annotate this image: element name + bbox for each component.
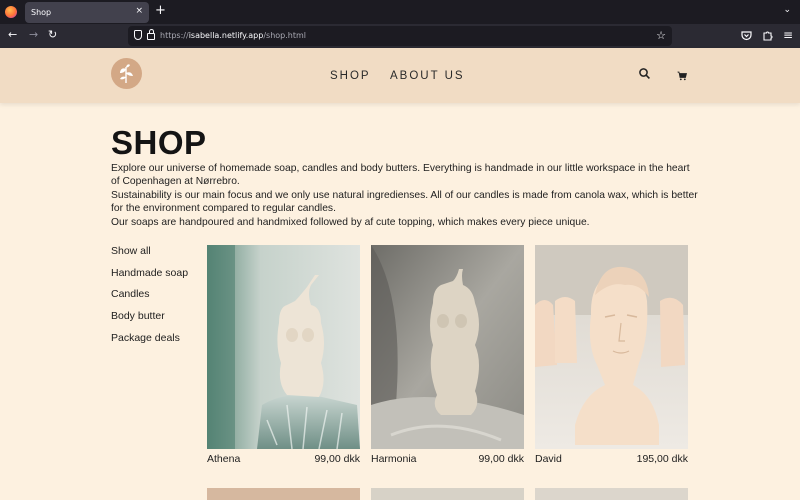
product-image[interactable] bbox=[207, 245, 360, 449]
product-name[interactable]: Harmonia bbox=[371, 453, 417, 465]
logo[interactable] bbox=[111, 58, 142, 89]
url-path: /shop.html bbox=[263, 31, 306, 40]
nav-about-link[interactable]: ABOUT US bbox=[390, 70, 465, 82]
url-host: isabella.netlify.app bbox=[188, 31, 264, 40]
menu-icon[interactable]: ≡ bbox=[783, 28, 793, 42]
site-header: SHOP ABOUT US bbox=[0, 48, 800, 103]
filter-show-all[interactable]: Show all bbox=[111, 245, 188, 267]
filter-candles[interactable]: Candles bbox=[111, 288, 188, 310]
product-image[interactable] bbox=[535, 245, 688, 449]
product-image-next-row[interactable] bbox=[207, 488, 360, 500]
address-bar[interactable]: https://isabella.netlify.app/shop.html ☆ bbox=[128, 26, 672, 46]
product-price: 99,00 dkk bbox=[478, 453, 524, 465]
product-image-next-row[interactable] bbox=[371, 488, 524, 500]
browser-nav-bar: ← → ↻ https://isabella.netlify.app/shop.… bbox=[0, 24, 800, 48]
product-image-next-row[interactable] bbox=[535, 488, 688, 500]
extensions-icon[interactable] bbox=[762, 30, 773, 41]
nav-shop-link[interactable]: SHOP bbox=[330, 70, 371, 82]
product-image[interactable] bbox=[371, 245, 524, 449]
filter-body-butter[interactable]: Body butter bbox=[111, 310, 188, 332]
tab-list-chevron-icon[interactable]: ⌄ bbox=[783, 5, 791, 15]
intro-paragraph-3: Our soaps are handpoured and handmixed f… bbox=[111, 216, 590, 228]
leaf-logo-icon bbox=[120, 64, 133, 83]
lock-icon[interactable] bbox=[147, 29, 155, 40]
browser-tab[interactable]: Shop × bbox=[25, 2, 149, 23]
shield-icon[interactable] bbox=[134, 30, 142, 40]
star-icon[interactable]: ☆ bbox=[656, 29, 666, 42]
tab-close-icon[interactable]: × bbox=[135, 6, 143, 16]
reload-icon[interactable]: ↻ bbox=[48, 28, 57, 42]
browser-tab-bar: Shop × + ⌄ bbox=[0, 0, 800, 24]
category-filters: Show all Handmade soap Candles Body butt… bbox=[111, 245, 188, 353]
product-price: 99,00 dkk bbox=[314, 453, 360, 465]
intro-paragraph-2: Sustainability is our main focus and we … bbox=[111, 189, 698, 215]
pocket-icon[interactable] bbox=[741, 30, 752, 41]
intro-text: Explore our universe of homemade soap, c… bbox=[111, 162, 701, 229]
product-price: 195,00 dkk bbox=[636, 453, 688, 465]
filter-package-deals[interactable]: Package deals bbox=[111, 332, 188, 354]
new-tab-button[interactable]: + bbox=[155, 4, 166, 18]
url-prefix: https:// bbox=[160, 31, 189, 40]
product-name[interactable]: Athena bbox=[207, 453, 240, 465]
firefox-icon bbox=[5, 6, 17, 18]
cart-icon[interactable] bbox=[677, 71, 687, 81]
url-text[interactable]: https://isabella.netlify.app/shop.html bbox=[160, 31, 306, 40]
filter-handmade-soap[interactable]: Handmade soap bbox=[111, 267, 188, 289]
product-name[interactable]: David bbox=[535, 453, 562, 465]
page-title: SHOP bbox=[111, 124, 207, 161]
intro-paragraph-1: Explore our universe of homemade soap, c… bbox=[111, 163, 690, 188]
back-icon[interactable]: ← bbox=[8, 28, 17, 42]
tab-title: Shop bbox=[31, 8, 52, 17]
forward-icon[interactable]: → bbox=[29, 28, 38, 42]
search-icon[interactable] bbox=[639, 68, 650, 79]
